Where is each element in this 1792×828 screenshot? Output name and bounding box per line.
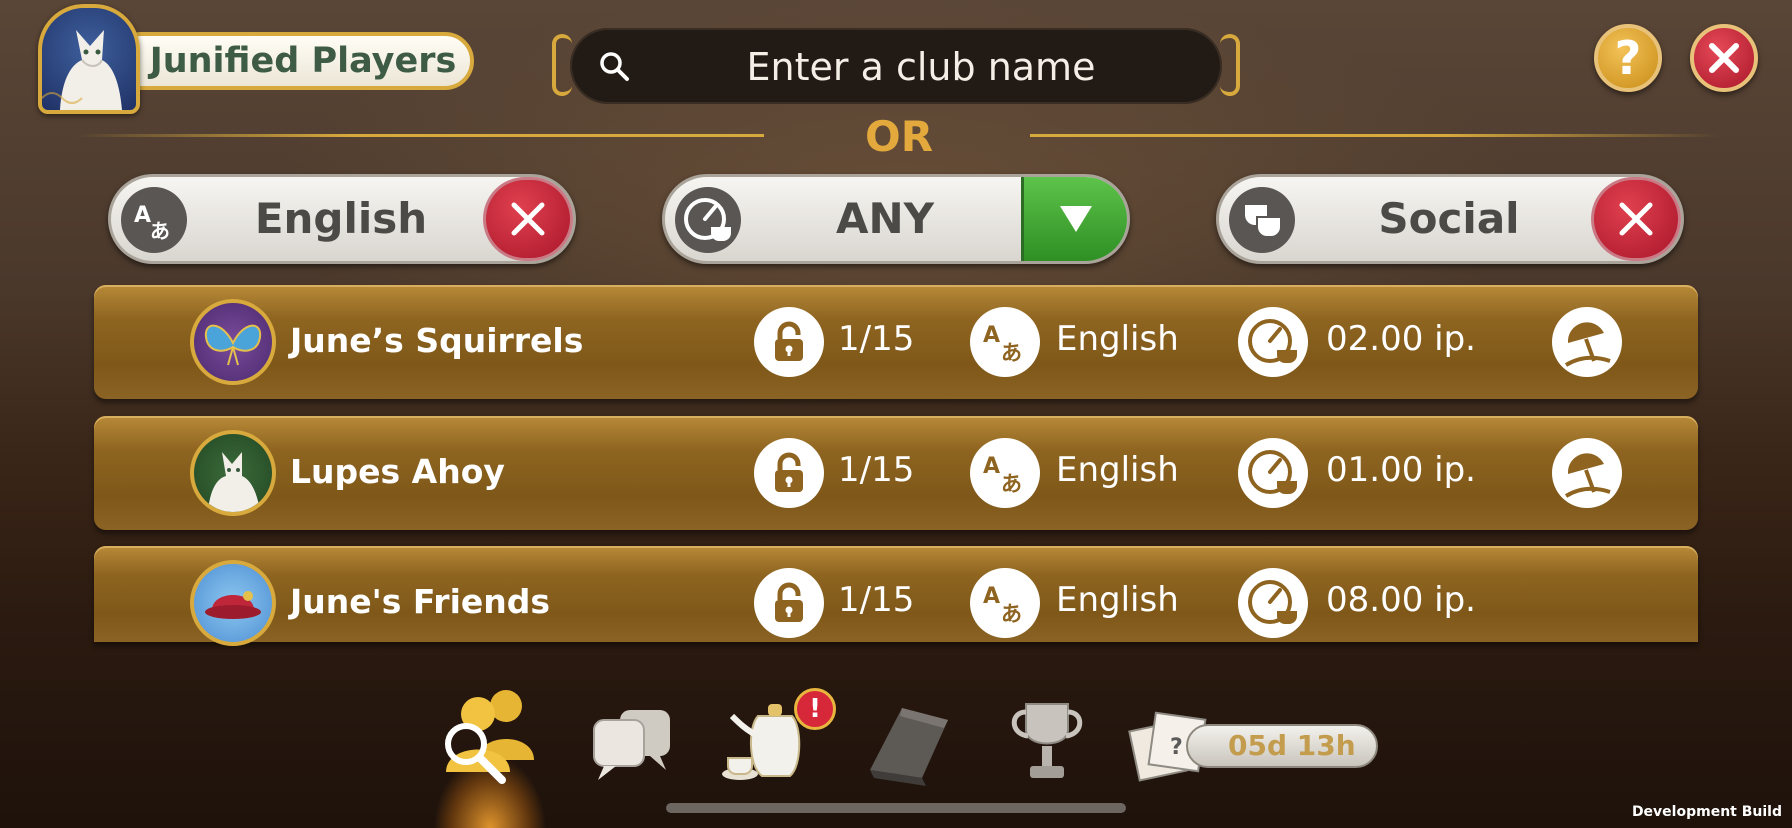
member-count: 1/15 [838, 580, 915, 620]
calendar-tent-icon [870, 708, 948, 786]
white-cat-icon [208, 452, 260, 512]
language-icon: A あ [121, 187, 187, 253]
svg-text:A: A [983, 584, 1000, 609]
player-name[interactable]: Junified Players [112, 32, 474, 90]
filter-activity-label: ANY [835, 194, 935, 243]
remove-language-filter-button[interactable] [483, 177, 573, 261]
club-name: June's Friends [290, 582, 551, 621]
activity-dropdown-button[interactable] [1021, 177, 1127, 261]
member-count: 1/15 [838, 450, 915, 490]
member-count: 1/15 [838, 319, 915, 359]
svg-text:あ: あ [150, 219, 170, 243]
filter-language-label: English [254, 194, 428, 243]
activity-timer-icon [1238, 307, 1308, 377]
activity-timer-icon [1238, 438, 1308, 508]
red-hat-icon [205, 591, 261, 619]
svg-text:A: A [983, 323, 1000, 348]
nav-club-search[interactable] [428, 680, 548, 790]
trophy-icon [1011, 703, 1083, 778]
svg-text:A: A [983, 454, 1000, 479]
club-emblem [190, 430, 276, 516]
close-icon [511, 202, 545, 236]
close-button[interactable] [1690, 24, 1758, 92]
help-label: ? [1614, 31, 1642, 85]
filter-language[interactable]: A あ English [108, 174, 576, 264]
filter-activity[interactable]: ANY [662, 174, 1130, 264]
club-activity-time: 08.00 ip. [1326, 580, 1476, 620]
development-build-label: Development Build [1631, 804, 1782, 820]
unlocked-icon [754, 307, 824, 377]
club-row[interactable]: Lupes Ahoy 1/15 Aあ English 01.00 ip. [94, 416, 1698, 530]
divider-right [1030, 134, 1720, 137]
club-emblem [190, 299, 276, 385]
club-row[interactable]: June’s Squirrels 1/15 Aあ English 02.00 i… [94, 285, 1698, 399]
search-bracket-right [1220, 34, 1240, 96]
beach-umbrella-icon [1552, 307, 1622, 377]
club-name: June’s Squirrels [290, 321, 584, 360]
remove-style-filter-button[interactable] [1591, 177, 1681, 261]
search-bar [552, 28, 1240, 106]
beach-umbrella-icon [1552, 438, 1622, 508]
search-icon [600, 52, 629, 81]
club-search-icon [445, 690, 534, 784]
filter-style[interactable]: Social [1216, 174, 1684, 264]
language-icon: Aあ [970, 438, 1040, 508]
search-field [570, 28, 1222, 106]
close-icon [1709, 43, 1739, 73]
cat-portrait-icon [42, 30, 122, 110]
filter-style-label: Social [1378, 194, 1520, 243]
club-name: Lupes Ahoy [290, 452, 505, 491]
club-language: English [1056, 450, 1179, 490]
chat-bubbles-icon [593, 710, 670, 780]
butterfly-mask-icon [204, 324, 262, 366]
svg-text:あ: あ [1001, 341, 1022, 365]
language-icon: Aあ [970, 568, 1040, 638]
club-search-input[interactable] [640, 28, 1202, 106]
search-bracket-left [552, 34, 572, 96]
club-activity-time: 01.00 ip. [1326, 450, 1476, 490]
svg-text:あ: あ [1001, 472, 1022, 496]
unlocked-icon [754, 438, 824, 508]
player-avatar[interactable] [38, 4, 140, 114]
divider-left [74, 134, 764, 137]
chevron-down-icon [1059, 206, 1092, 232]
home-indicator[interactable] [666, 803, 1126, 813]
language-icon: Aあ [970, 307, 1040, 377]
club-language: English [1056, 580, 1179, 620]
close-icon [1619, 202, 1653, 236]
unlocked-icon [754, 568, 824, 638]
nav-calendar[interactable] [858, 690, 958, 790]
activity-timer-icon [1238, 568, 1308, 638]
or-label: OR [865, 112, 934, 161]
nav-trophy[interactable] [1002, 690, 1102, 790]
svg-text:あ: あ [1001, 602, 1022, 626]
notification-badge: ! [794, 688, 836, 730]
svg-text:A: A [134, 203, 151, 228]
nav-chat[interactable] [584, 690, 684, 790]
club-language: English [1056, 319, 1179, 359]
social-cups-icon [1229, 187, 1295, 253]
activity-timer-icon [675, 187, 741, 253]
club-activity-time: 02.00 ip. [1326, 319, 1476, 359]
event-timer: 05d 13h [1186, 724, 1378, 768]
svg-text:?: ? [1170, 735, 1183, 760]
club-emblem [190, 560, 276, 646]
help-button[interactable]: ? [1594, 24, 1662, 92]
club-row[interactable]: June's Friends 1/15 Aあ English 08.00 ip. [94, 546, 1698, 646]
